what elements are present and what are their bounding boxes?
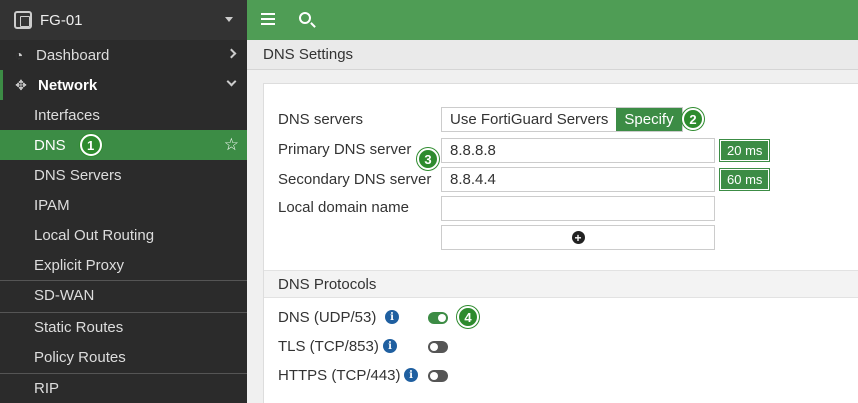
sidebar-item-label: DNS xyxy=(34,136,66,154)
sidebar-item-label: SD-WAN xyxy=(34,287,95,304)
plus-icon: + xyxy=(571,231,585,244)
callout-badge-1: 1 xyxy=(79,134,102,156)
star-icon[interactable]: ☆ xyxy=(224,135,239,155)
sidebar-item-interfaces[interactable]: Interfaces xyxy=(0,100,247,130)
specify-option[interactable]: Specify xyxy=(616,108,682,131)
sidebar-item-network[interactable]: ✥ Network xyxy=(0,70,247,100)
search-icon[interactable] xyxy=(299,12,311,24)
secondary-dns-input[interactable]: 8.8.4.4 xyxy=(441,167,715,192)
chevron-right-icon xyxy=(226,48,237,59)
secondary-latency-badge: 60 ms xyxy=(718,168,771,191)
callout-badge-3: 3 xyxy=(417,148,439,170)
tls-tcp-toggle[interactable] xyxy=(428,341,448,353)
device-name: FG-01 xyxy=(40,11,83,29)
dns-servers-toggle: Use FortiGuard Servers Specify xyxy=(441,107,683,132)
use-fortiguard-option[interactable]: Use FortiGuard Servers xyxy=(442,108,617,131)
sidebar-item-label: Explicit Proxy xyxy=(34,256,125,274)
dns-udp-toggle[interactable] xyxy=(428,312,448,324)
network-icon: ✥ xyxy=(15,76,27,93)
info-icon[interactable]: i xyxy=(383,339,397,353)
caret-down-icon xyxy=(225,17,233,22)
primary-dns-input[interactable]: 8.8.8.8 xyxy=(441,138,715,163)
sidebar-item-label: Network xyxy=(38,76,98,94)
sidebar-item-explicit-proxy[interactable]: Explicit Proxy xyxy=(0,250,247,280)
device-icon xyxy=(14,11,32,29)
chevron-down-icon xyxy=(226,76,237,87)
protocol-label-tls: TLS (TCP/853) xyxy=(278,338,379,355)
protocol-label-https: HTTPS (TCP/443) xyxy=(278,367,401,384)
sidebar-item-label: DNS Servers xyxy=(34,166,122,184)
info-icon[interactable]: i xyxy=(385,310,399,324)
secondary-dns-label: Secondary DNS server xyxy=(278,171,432,188)
callout-badge-4: 4 xyxy=(457,306,479,328)
sidebar-item-local-out-routing[interactable]: Local Out Routing xyxy=(0,220,247,250)
sidebar-item-label: Policy Routes xyxy=(34,348,126,366)
local-domain-input[interactable] xyxy=(441,196,715,221)
sidebar: FG-01 ◔ Dashboard ✥ Network Interfaces D… xyxy=(0,0,247,403)
sidebar-item-label: Local Out Routing xyxy=(34,226,155,244)
sidebar-item-ipam[interactable]: IPAM xyxy=(0,190,247,220)
protocol-label-dns: DNS (UDP/53) xyxy=(278,309,377,326)
sidebar-item-dashboard[interactable]: ◔ Dashboard xyxy=(0,40,247,70)
info-icon[interactable]: i xyxy=(404,368,418,382)
dns-servers-label: DNS servers xyxy=(278,111,364,128)
https-tcp-toggle[interactable] xyxy=(428,370,448,382)
sidebar-item-label: IPAM xyxy=(34,196,70,214)
add-dns-button[interactable]: + xyxy=(441,225,715,250)
primary-latency-badge: 20 ms xyxy=(718,139,771,162)
sidebar-item-dns[interactable]: DNS 1 ☆ xyxy=(0,130,247,160)
page-title: DNS Settings xyxy=(247,40,858,70)
sidebar-item-label: RIP xyxy=(34,380,60,397)
sidebar-item-dns-servers[interactable]: DNS Servers xyxy=(0,160,247,190)
dns-protocols-heading: DNS Protocols xyxy=(264,270,858,298)
local-domain-label: Local domain name xyxy=(278,199,409,216)
device-selector[interactable]: FG-01 xyxy=(0,0,247,40)
sidebar-item-label: Interfaces xyxy=(34,106,100,124)
sidebar-item-sd-wan[interactable]: SD-WAN xyxy=(0,280,247,310)
top-bar xyxy=(247,0,858,40)
sidebar-item-policy-routes[interactable]: Policy Routes xyxy=(0,342,247,372)
callout-badge-2: 2 xyxy=(682,108,704,130)
sidebar-item-label: Static Routes xyxy=(34,319,124,336)
sidebar-item-static-routes[interactable]: Static Routes xyxy=(0,312,247,342)
menu-icon[interactable] xyxy=(261,13,275,25)
sidebar-item-label: Dashboard xyxy=(36,46,110,64)
sidebar-item-rip[interactable]: RIP xyxy=(0,373,247,403)
primary-dns-label: Primary DNS server xyxy=(278,141,412,158)
dashboard-icon: ◔ xyxy=(14,47,24,63)
